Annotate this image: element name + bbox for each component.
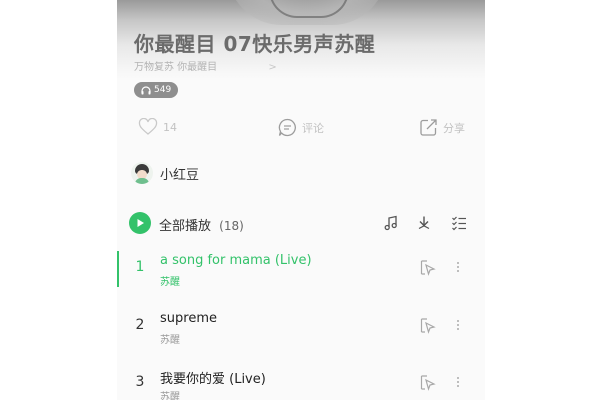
like-button[interactable]: 14 xyxy=(138,118,177,136)
comment-label: 评论 xyxy=(302,121,324,135)
chevron-right-icon: > xyxy=(268,62,277,73)
more-vertical-icon[interactable] xyxy=(451,372,465,392)
action-bar: 14 评论 分享 xyxy=(117,118,485,140)
multi-select-icon xyxy=(452,216,466,231)
play-all-text: 全部播放 xyxy=(159,219,212,234)
creator-name: 小红豆 xyxy=(160,167,200,183)
comment-icon xyxy=(278,118,296,137)
heart-icon xyxy=(138,118,158,135)
play-all-bar: 全部播放 (18) xyxy=(117,210,485,236)
playlist-title: 你最醒目 07快乐男声苏醒 xyxy=(134,32,376,56)
share-button[interactable]: 分享 xyxy=(419,118,465,137)
track-title: a song for mama (Live) xyxy=(160,253,312,268)
play-next-icon[interactable] xyxy=(419,374,437,392)
track-count: (18) xyxy=(219,219,244,233)
track-title: 我要你的爱 (Live) xyxy=(160,372,266,387)
track-row[interactable]: 2 supreme 苏醒 xyxy=(117,305,485,357)
comment-button[interactable]: 评论 xyxy=(278,118,324,137)
playlist-subtitle-text: 万物复苏 你最醒目 xyxy=(134,62,218,73)
track-artist: 苏醒 xyxy=(160,392,180,400)
play-next-icon[interactable] xyxy=(419,259,437,277)
track-number: 3 xyxy=(135,374,145,390)
play-icon xyxy=(137,219,144,227)
track-number: 2 xyxy=(135,317,145,333)
music-mode-button[interactable] xyxy=(381,213,401,233)
more-vertical-icon[interactable] xyxy=(451,315,465,335)
track-artist: 苏醒 xyxy=(160,335,180,346)
download-button[interactable] xyxy=(414,213,434,233)
like-count: 14 xyxy=(163,120,177,134)
track-number: 1 xyxy=(135,259,145,275)
multi-select-button[interactable] xyxy=(449,213,469,233)
playlist-subtitle[interactable]: 万物复苏 你最醒目 > xyxy=(134,58,277,73)
playlist-screen: 你最醒目 07快乐男声苏醒 万物复苏 你最醒目 > 549 14 评论 分享 小… xyxy=(117,0,485,400)
listen-count: 549 xyxy=(154,85,172,95)
listen-count-badge: 549 xyxy=(134,82,179,98)
avatar[interactable] xyxy=(131,162,153,184)
track-row[interactable]: 1 a song for mama (Live) 苏醒 xyxy=(117,247,485,299)
more-vertical-icon[interactable] xyxy=(451,257,465,277)
music-note-icon xyxy=(384,215,397,231)
track-title: supreme xyxy=(160,311,217,326)
creator-info[interactable]: 小红豆 xyxy=(131,162,199,184)
share-icon xyxy=(420,119,437,136)
play-all-button[interactable] xyxy=(129,212,151,234)
play-next-icon[interactable] xyxy=(419,317,437,335)
play-all-label[interactable]: 全部播放 (18) xyxy=(159,215,244,234)
share-label: 分享 xyxy=(443,121,465,135)
track-row[interactable]: 3 我要你的爱 (Live) 苏醒 xyxy=(117,362,485,400)
download-icon xyxy=(418,216,430,230)
track-artist: 苏醒 xyxy=(160,277,180,288)
headphones-icon xyxy=(141,85,151,94)
